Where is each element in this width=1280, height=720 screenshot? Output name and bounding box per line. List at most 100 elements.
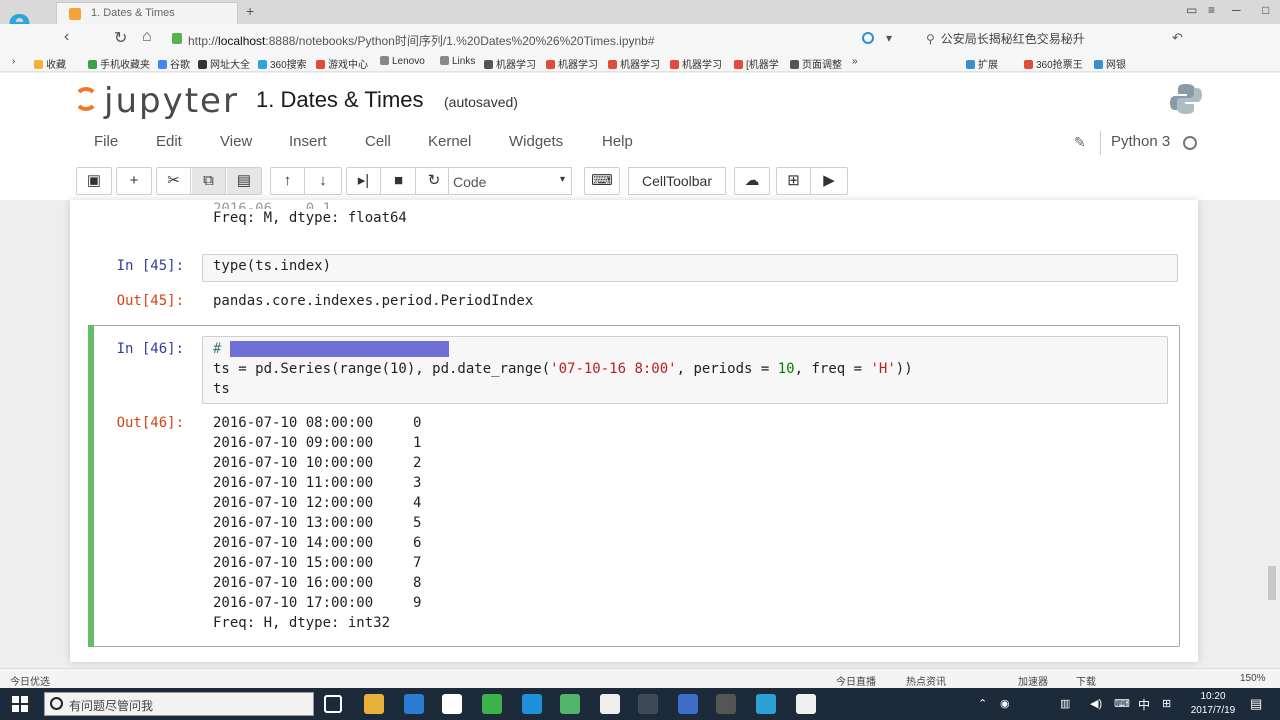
- app-icon[interactable]: [678, 694, 698, 714]
- bookmarks-toggle-icon[interactable]: ›: [12, 56, 15, 67]
- run-icon[interactable]: ▸|: [347, 168, 381, 194]
- minimize-icon[interactable]: ─: [1232, 3, 1241, 17]
- back-button[interactable]: ‹: [64, 28, 69, 46]
- reload-icon[interactable]: ↻: [114, 28, 127, 48]
- bookmarks-more-icon[interactable]: »: [852, 56, 858, 67]
- video-icon[interactable]: ▶: [812, 168, 846, 194]
- menu-cell[interactable]: Cell: [365, 133, 391, 150]
- windows-start-icon[interactable]: [12, 696, 28, 712]
- save-group: ▣: [76, 167, 112, 195]
- status-download[interactable]: 下载: [1076, 673, 1096, 688]
- celltoolbar-button[interactable]: CellToolbar: [628, 167, 726, 195]
- bookmark-item[interactable]: Links: [440, 56, 475, 67]
- input-method-icon[interactable]: ⊞: [1162, 697, 1171, 710]
- keyboard-icon[interactable]: ⌨: [585, 168, 619, 194]
- bookmark-item[interactable]: 机器学习: [546, 56, 598, 71]
- kernel-name[interactable]: Python 3: [1111, 133, 1170, 150]
- bookmark-item[interactable]: 机器学习: [670, 56, 722, 71]
- stop-icon[interactable]: ■: [382, 168, 416, 194]
- bookmark-item[interactable]: 机器学习: [484, 56, 536, 71]
- cut-icon[interactable]: ✂: [157, 168, 191, 194]
- bookmark-item[interactable]: 手机收藏夹: [88, 56, 150, 71]
- menu-view[interactable]: View: [220, 133, 252, 150]
- keyboard-tray-icon[interactable]: ⌨: [1114, 697, 1130, 710]
- scrollbar-thumb[interactable]: [1268, 566, 1276, 600]
- store-icon[interactable]: [442, 694, 462, 714]
- url-field[interactable]: http://localhost:8888/notebooks/Python时间…: [170, 29, 850, 49]
- app-icon[interactable]: [600, 694, 620, 714]
- menu-icon[interactable]: ≡: [1208, 3, 1215, 17]
- bookmark-item[interactable]: 360搜索: [258, 56, 307, 71]
- bookmark-item[interactable]: 谷歌: [158, 56, 190, 71]
- search-suggestion[interactable]: ⚲ 公安局长揭秘红色交易秘升: [926, 30, 1085, 47]
- bookmark-item[interactable]: 扩展: [966, 56, 998, 71]
- gift-icon[interactable]: ⊞: [777, 168, 811, 194]
- app-icon[interactable]: [716, 694, 736, 714]
- tray-chevron-icon[interactable]: ⌃: [978, 697, 987, 710]
- search-suggestion-text: 公安局长揭秘红色交易秘升: [940, 32, 1085, 46]
- page-icon: [546, 60, 555, 69]
- app-icon[interactable]: [756, 694, 776, 714]
- bookmark-item[interactable]: 360抢票王: [1024, 56, 1083, 71]
- volume-icon[interactable]: ◀): [1090, 697, 1102, 710]
- save-icon[interactable]: ▣: [77, 168, 111, 194]
- restart-icon[interactable]: ↻: [417, 168, 451, 194]
- move-down-icon[interactable]: ↓: [306, 168, 340, 194]
- menu-file[interactable]: File: [94, 133, 118, 150]
- app-icon[interactable]: [522, 694, 542, 714]
- file-explorer-icon[interactable]: [364, 694, 384, 714]
- cell-type-select[interactable]: Code ▾: [448, 167, 572, 195]
- bookmark-item[interactable]: 机器学习: [608, 56, 660, 71]
- series-freq-line: Freq: H, dtype: int32: [213, 615, 391, 631]
- bookmark-item[interactable]: 收藏: [34, 56, 66, 71]
- system-clock[interactable]: 10:20 2017/7/19: [1188, 690, 1238, 718]
- status-live[interactable]: 今日直播: [836, 673, 876, 688]
- browser-app-icon[interactable]: [482, 694, 502, 714]
- maximize-icon[interactable]: □: [1262, 3, 1269, 17]
- network-icon[interactable]: ▥: [1060, 697, 1070, 710]
- app-icon[interactable]: [638, 694, 658, 714]
- bookmark-item[interactable]: [机器学: [734, 56, 779, 71]
- menu-widgets[interactable]: Widgets: [509, 133, 563, 150]
- notebook-title[interactable]: 1. Dates & Times: [256, 87, 424, 113]
- bookmark-item[interactable]: 页面调整: [790, 56, 842, 71]
- zoom-level[interactable]: 150%: [1240, 673, 1266, 684]
- status-news[interactable]: 热点资讯: [906, 673, 946, 688]
- menu-edit[interactable]: Edit: [156, 133, 182, 150]
- app-icon[interactable]: [796, 694, 816, 714]
- skin-icon[interactable]: ▭: [1186, 3, 1197, 17]
- task-view-icon[interactable]: [324, 695, 342, 713]
- paste-icon[interactable]: ▤: [227, 168, 261, 194]
- app-icon[interactable]: [560, 694, 580, 714]
- status-accelerator[interactable]: 加速器: [1018, 673, 1048, 688]
- status-recommend[interactable]: 今日优选: [10, 673, 50, 688]
- edge-icon[interactable]: [404, 694, 424, 714]
- cell-output-text: Freq: M, dtype: float64: [213, 210, 407, 226]
- menu-insert[interactable]: Insert: [289, 133, 327, 150]
- bookmark-item[interactable]: 网址大全: [198, 56, 250, 71]
- taskbar-search-input[interactable]: 有问题尽管问我: [44, 692, 314, 716]
- undo-icon[interactable]: ↶: [1172, 30, 1183, 46]
- menu-kernel[interactable]: Kernel: [428, 133, 471, 150]
- browser-tab[interactable]: 1. Dates & Times: [56, 2, 238, 24]
- extension-icon[interactable]: [862, 32, 874, 44]
- tray-app-icon[interactable]: ◉: [1000, 697, 1010, 710]
- windows-taskbar: 有问题尽管问我 ⌃ ◉ ▥ ◀) ⌨ 中 ⊞ 10:20 2017/7/19 ▤: [0, 688, 1280, 720]
- bookmark-item[interactable]: 网银: [1094, 56, 1126, 71]
- dropdown-icon[interactable]: ▾: [886, 31, 892, 45]
- ime-indicator[interactable]: 中: [1138, 696, 1150, 713]
- menu-help[interactable]: Help: [602, 133, 633, 150]
- cloud-upload-icon[interactable]: ☁: [735, 168, 769, 194]
- bookmark-item[interactable]: 游戏中心: [316, 56, 368, 71]
- copy-icon[interactable]: ⧉: [192, 168, 226, 194]
- notification-icon[interactable]: ▤: [1250, 696, 1262, 712]
- insert-cell-icon[interactable]: +: [117, 168, 151, 194]
- code-input[interactable]: [202, 254, 1178, 282]
- page-icon: [484, 60, 493, 69]
- cell-output-text: pandas.core.indexes.period.PeriodIndex: [213, 293, 534, 309]
- move-up-icon[interactable]: ↑: [271, 168, 305, 194]
- home-icon[interactable]: ⌂: [142, 28, 152, 46]
- new-tab-button[interactable]: +: [246, 3, 254, 19]
- bookmark-item[interactable]: Lenovo: [380, 56, 425, 67]
- series-row: 2016-07-10 12:00:00 4: [213, 495, 422, 511]
